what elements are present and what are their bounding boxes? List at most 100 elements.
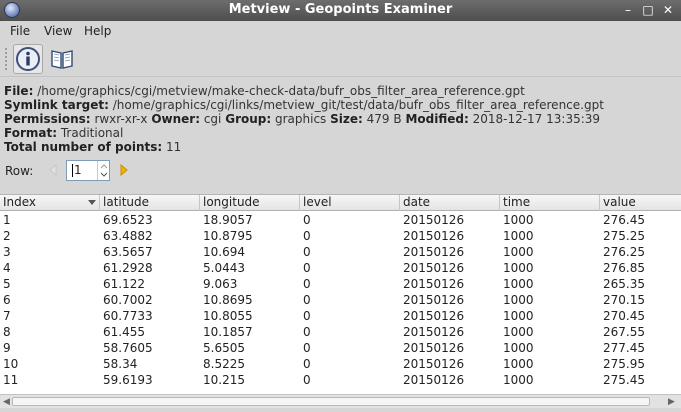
cell-level[interactable]: 0 (300, 372, 311, 388)
cell-date[interactable]: 20150126 (400, 292, 464, 308)
cell-latitude[interactable]: 69.6523 (100, 212, 153, 228)
cell-index[interactable]: 8 (0, 324, 11, 340)
cell-index[interactable]: 4 (0, 260, 11, 276)
cell-time[interactable]: 1000 (500, 372, 534, 388)
cell-longitude[interactable]: 10.215 (200, 372, 245, 388)
geopoints-table[interactable]: Index latitude longitude level date time… (0, 194, 681, 394)
table-row[interactable]: 11 59.6193 10.215 0 20150126 1000 275.45 (0, 372, 681, 388)
scroll-right-icon[interactable]: ▶ (668, 397, 675, 407)
column-header-longitude[interactable]: longitude (200, 195, 300, 211)
cell-index[interactable]: 3 (0, 244, 11, 260)
cell-time[interactable]: 1000 (500, 212, 534, 228)
cell-value[interactable]: 276.45 (600, 212, 645, 228)
maximize-button[interactable]: □ (640, 2, 656, 18)
cell-time[interactable]: 1000 (500, 260, 534, 276)
cell-longitude[interactable]: 18.9057 (200, 212, 253, 228)
cell-value[interactable]: 277.45 (600, 340, 645, 356)
cell-level[interactable]: 0 (300, 212, 311, 228)
book-button[interactable] (48, 44, 78, 74)
cell-date[interactable]: 20150126 (400, 260, 464, 276)
cell-longitude[interactable]: 10.8795 (200, 228, 253, 244)
cell-time[interactable]: 1000 (500, 228, 534, 244)
cell-date[interactable]: 20150126 (400, 244, 464, 260)
info-button[interactable] (13, 44, 43, 74)
cell-time[interactable]: 1000 (500, 324, 534, 340)
cell-value[interactable]: 270.15 (600, 292, 645, 308)
cell-longitude[interactable]: 5.6505 (200, 340, 245, 356)
cell-index[interactable]: 7 (0, 308, 11, 324)
cell-index[interactable]: 6 (0, 292, 11, 308)
column-header-date[interactable]: date (400, 195, 500, 211)
cell-date[interactable]: 20150126 (400, 372, 464, 388)
toolbar-grip[interactable] (4, 47, 8, 71)
cell-latitude[interactable]: 61.455 (100, 324, 145, 340)
minimize-button[interactable]: – (620, 2, 636, 18)
cell-value[interactable]: 265.35 (600, 276, 645, 292)
close-button[interactable]: ✕ (660, 2, 676, 18)
table-row[interactable]: 3 63.5657 10.694 0 20150126 1000 276.25 (0, 244, 681, 260)
cell-longitude[interactable]: 10.8695 (200, 292, 253, 308)
cell-date[interactable]: 20150126 (400, 340, 464, 356)
cell-time[interactable]: 1000 (500, 276, 534, 292)
table-row[interactable]: 10 58.34 8.5225 0 20150126 1000 275.95 (0, 356, 681, 372)
column-header-level[interactable]: level (300, 195, 400, 211)
table-row[interactable]: 6 60.7002 10.8695 0 20150126 1000 270.15 (0, 292, 681, 308)
cell-index[interactable]: 10 (0, 356, 18, 372)
cell-value[interactable]: 275.95 (600, 356, 645, 372)
cell-time[interactable]: 1000 (500, 244, 534, 260)
cell-date[interactable]: 20150126 (400, 276, 464, 292)
cell-index[interactable]: 2 (0, 228, 11, 244)
row-spinbox[interactable]: 1 (66, 160, 110, 181)
menu-view[interactable]: View (44, 24, 72, 38)
cell-longitude[interactable]: 10.1857 (200, 324, 253, 340)
cell-index[interactable]: 11 (0, 372, 18, 388)
column-header-value[interactable]: value (600, 195, 681, 211)
cell-index[interactable]: 5 (0, 276, 11, 292)
cell-longitude[interactable]: 10.8055 (200, 308, 253, 324)
cell-latitude[interactable]: 58.7605 (100, 340, 153, 356)
cell-date[interactable]: 20150126 (400, 228, 464, 244)
cell-longitude[interactable]: 10.694 (200, 244, 245, 260)
cell-date[interactable]: 20150126 (400, 212, 464, 228)
cell-level[interactable]: 0 (300, 292, 311, 308)
scrollbar-thumb[interactable] (12, 397, 650, 406)
cell-latitude[interactable]: 61.2928 (100, 260, 153, 276)
cell-longitude[interactable]: 5.0443 (200, 260, 245, 276)
next-row-icon[interactable] (117, 162, 131, 178)
row-spinbox-arrows[interactable] (97, 161, 109, 180)
cell-latitude[interactable]: 61.122 (100, 276, 145, 292)
table-row[interactable]: 8 61.455 10.1857 0 20150126 1000 267.55 (0, 324, 681, 340)
table-row[interactable]: 1 69.6523 18.9057 0 20150126 1000 276.45 (0, 212, 681, 228)
column-header-time[interactable]: time (500, 195, 600, 211)
table-row[interactable]: 7 60.7733 10.8055 0 20150126 1000 270.45 (0, 308, 681, 324)
cell-time[interactable]: 1000 (500, 292, 534, 308)
cell-level[interactable]: 0 (300, 340, 311, 356)
cell-latitude[interactable]: 59.6193 (100, 372, 153, 388)
cell-index[interactable]: 9 (0, 340, 11, 356)
table-row[interactable]: 5 61.122 9.063 0 20150126 1000 265.35 (0, 276, 681, 292)
table-row[interactable]: 2 63.4882 10.8795 0 20150126 1000 275.25 (0, 228, 681, 244)
cell-value[interactable]: 275.25 (600, 228, 645, 244)
cell-value[interactable]: 276.25 (600, 244, 645, 260)
table-row[interactable]: 9 58.7605 5.6505 0 20150126 1000 277.45 (0, 340, 681, 356)
cell-time[interactable]: 1000 (500, 308, 534, 324)
cell-date[interactable]: 20150126 (400, 324, 464, 340)
cell-value[interactable]: 267.55 (600, 324, 645, 340)
cell-level[interactable]: 0 (300, 276, 311, 292)
table-row[interactable]: 4 61.2928 5.0443 0 20150126 1000 276.85 (0, 260, 681, 276)
cell-level[interactable]: 0 (300, 308, 311, 324)
cell-latitude[interactable]: 58.34 (100, 356, 137, 372)
cell-time[interactable]: 1000 (500, 356, 534, 372)
cell-date[interactable]: 20150126 (400, 308, 464, 324)
cell-latitude[interactable]: 63.4882 (100, 228, 153, 244)
cell-value[interactable]: 270.45 (600, 308, 645, 324)
cell-time[interactable]: 1000 (500, 340, 534, 356)
horizontal-scrollbar[interactable]: ◀ ▶ (0, 394, 681, 408)
cell-longitude[interactable]: 8.5225 (200, 356, 245, 372)
cell-level[interactable]: 0 (300, 260, 311, 276)
previous-row-icon[interactable] (46, 162, 60, 178)
menu-file[interactable]: File (10, 24, 30, 38)
cell-index[interactable]: 1 (0, 212, 11, 228)
cell-level[interactable]: 0 (300, 244, 311, 260)
cell-value[interactable]: 276.85 (600, 260, 645, 276)
